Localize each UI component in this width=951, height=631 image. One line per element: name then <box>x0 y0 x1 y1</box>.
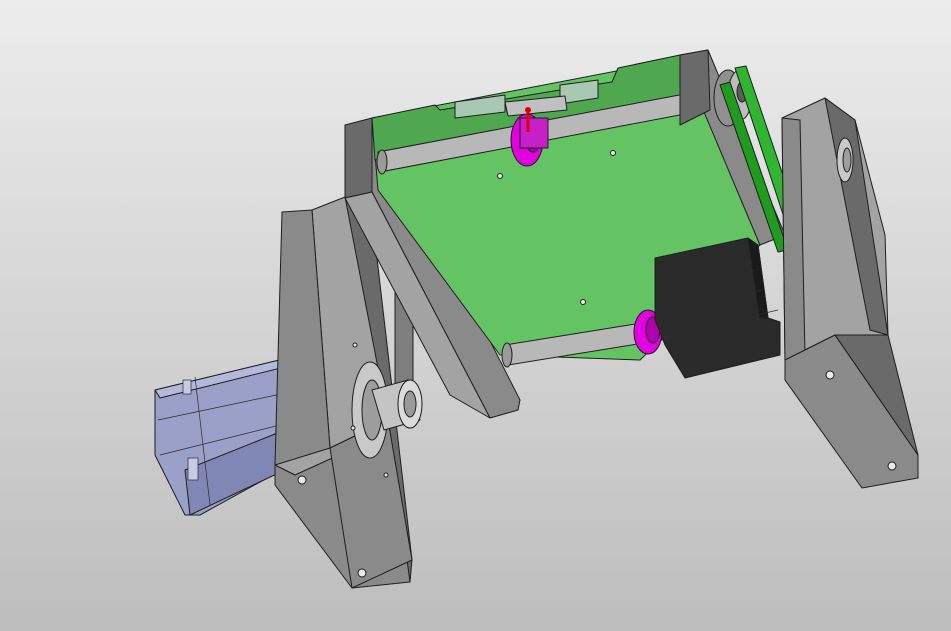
cad-3d-viewport[interactable] <box>0 0 951 631</box>
assembly-model[interactable] <box>0 0 951 631</box>
black-stepper-bracket[interactable] <box>654 237 781 379</box>
right-upright[interactable] <box>781 97 919 489</box>
